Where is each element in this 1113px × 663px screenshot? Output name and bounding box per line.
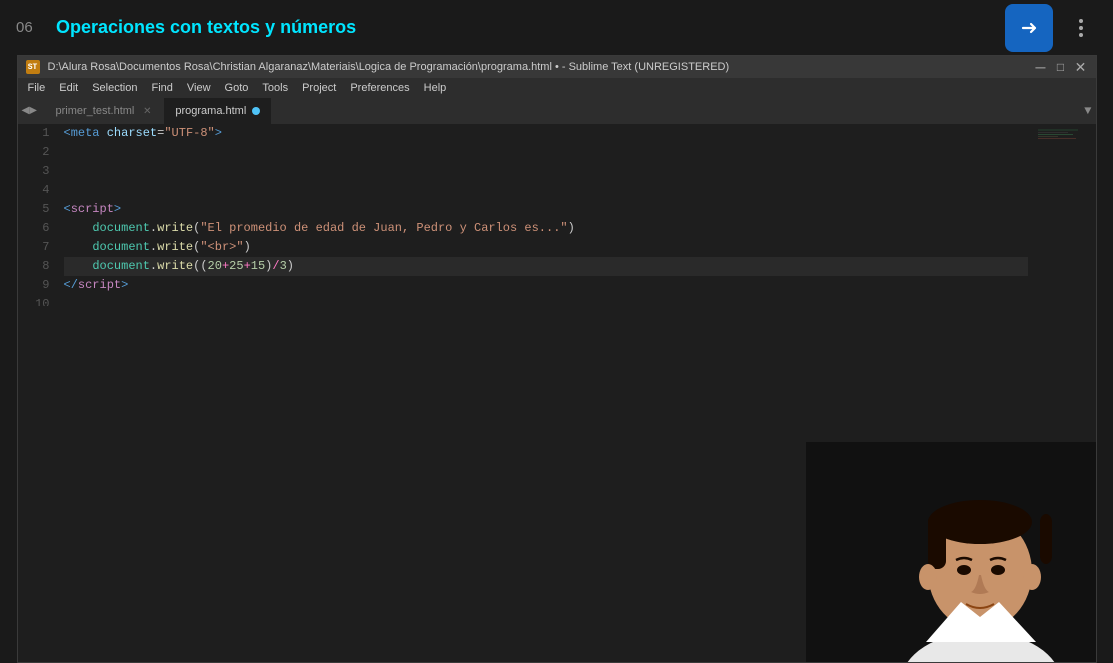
menu-file[interactable]: File <box>22 80 52 96</box>
menu-help[interactable]: Help <box>418 80 453 96</box>
next-button[interactable] <box>1005 4 1053 52</box>
tab-bar-scroll[interactable]: ▼ <box>1084 98 1095 124</box>
code-line <box>64 162 1028 181</box>
minimap[interactable] <box>1036 124 1096 306</box>
close-button[interactable]: ✕ <box>1074 60 1088 74</box>
top-bar: 06 Operaciones con textos y números <box>0 0 1113 55</box>
menu-bar: File Edit Selection Find View Goto Tools… <box>18 78 1096 98</box>
code-line: document.write("El promedio de edad de J… <box>64 219 1028 238</box>
window-title: D:\Alura Rosa\Documentos Rosa\Christian … <box>48 61 1026 73</box>
sublime-text-window: ST D:\Alura Rosa\Documentos Rosa\Christi… <box>17 55 1097 663</box>
code-line: <script> <box>64 200 1028 219</box>
window-controls: ─ □ ✕ <box>1034 60 1088 74</box>
tab-primer-test[interactable]: primer_test.html ✕ <box>46 98 166 124</box>
editor-empty-space <box>18 306 1096 662</box>
more-dot <box>1079 26 1083 30</box>
tab-nav-arrows[interactable]: ◀▶ <box>22 105 37 117</box>
more-dot <box>1079 33 1083 37</box>
code-line: document.write((20+25+15)/3) <box>64 257 1028 276</box>
app-icon: ST <box>26 60 40 74</box>
code-line: document.write("<br>") <box>64 238 1028 257</box>
menu-find[interactable]: Find <box>145 80 178 96</box>
tab-programa[interactable]: programa.html <box>165 98 271 124</box>
lesson-title: Operaciones con textos y números <box>56 17 993 38</box>
code-line: <meta charset="UTF-8"> <box>64 124 1028 143</box>
window-titlebar: ST D:\Alura Rosa\Documentos Rosa\Christi… <box>18 56 1096 78</box>
more-options-button[interactable] <box>1065 12 1097 44</box>
menu-edit[interactable]: Edit <box>53 80 84 96</box>
video-overlay <box>806 442 1096 662</box>
tab-label: primer_test.html <box>56 105 135 117</box>
maximize-button[interactable]: □ <box>1054 60 1068 74</box>
code-line <box>64 143 1028 162</box>
code-line: </script> <box>64 276 1028 295</box>
tab-close-icon[interactable]: ✕ <box>140 104 154 118</box>
lesson-number: 06 <box>16 19 44 36</box>
menu-view[interactable]: View <box>181 80 217 96</box>
tab-dirty-indicator <box>252 107 260 115</box>
more-dot <box>1079 19 1083 23</box>
tab-bar: ◀▶ primer_test.html ✕ programa.html ▼ <box>18 98 1096 124</box>
tab-label: programa.html <box>175 105 246 117</box>
code-line <box>64 181 1028 200</box>
menu-selection[interactable]: Selection <box>86 80 143 96</box>
menu-goto[interactable]: Goto <box>219 80 255 96</box>
minimize-button[interactable]: ─ <box>1034 60 1048 74</box>
code-editor[interactable]: 1 2 3 4 5 6 7 8 9 10 11 12 <meta charset… <box>18 124 1096 306</box>
menu-tools[interactable]: Tools <box>256 80 294 96</box>
menu-preferences[interactable]: Preferences <box>344 80 415 96</box>
line-numbers: 1 2 3 4 5 6 7 8 9 10 11 12 <box>18 124 56 306</box>
menu-project[interactable]: Project <box>296 80 342 96</box>
person-silhouette <box>806 442 1096 662</box>
code-text[interactable]: <meta charset="UTF-8"> <script> document… <box>56 124 1036 306</box>
